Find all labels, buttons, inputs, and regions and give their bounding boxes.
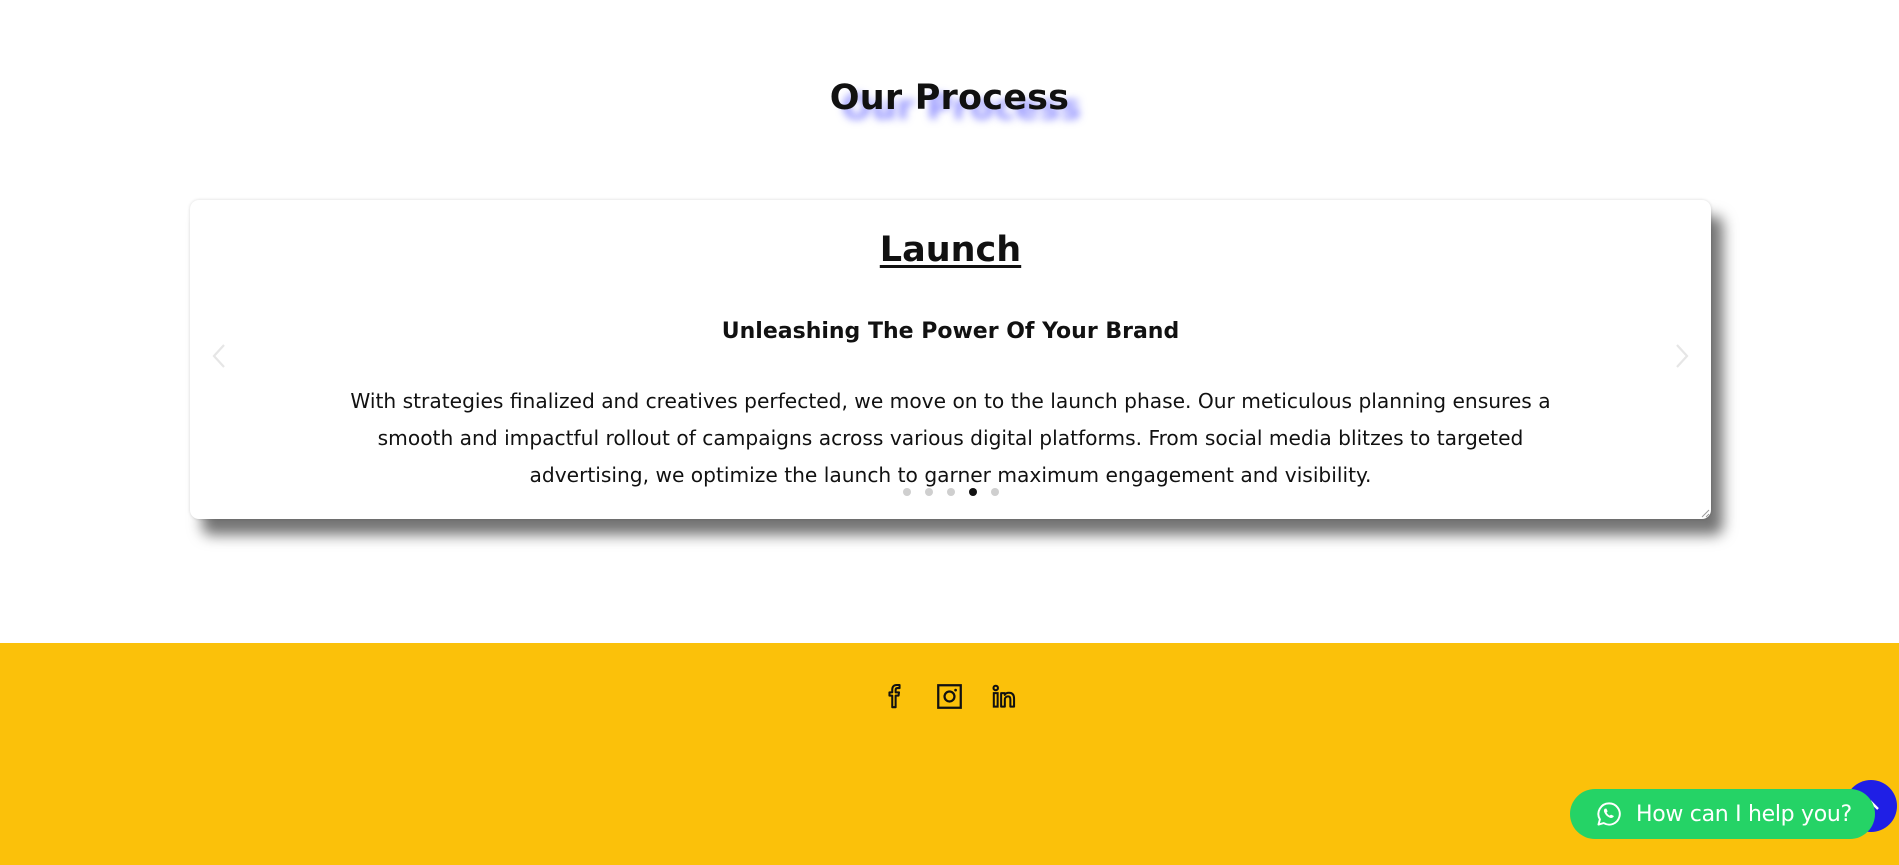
carousel-dot-1[interactable] [902, 488, 911, 496]
process-section: Our Process Launch Unleashing The Power … [0, 0, 1899, 643]
social-links [0, 683, 1899, 710]
whatsapp-chat-button[interactable]: How can I help you? [1570, 789, 1875, 839]
linkedin-icon [992, 684, 1016, 708]
section-title: Our Process [829, 78, 1070, 118]
carousel-dot-5[interactable] [990, 488, 999, 496]
carousel-next-button[interactable] [1667, 338, 1697, 374]
slide-title: Launch [879, 230, 1022, 270]
carousel-dot-2[interactable] [924, 488, 933, 496]
instagram-link[interactable] [936, 683, 963, 710]
slide-description: With strategies finalized and creatives … [350, 389, 1551, 487]
chevron-right-icon [1676, 344, 1689, 368]
slide-subtitle: Unleashing The Power Of Your Brand [721, 319, 1180, 344]
chat-button-label: How can I help you? [1636, 801, 1852, 827]
resize-handle-icon [1701, 509, 1710, 518]
facebook-icon [888, 684, 901, 709]
whatsapp-icon [1597, 802, 1621, 826]
chevron-left-icon [212, 344, 225, 368]
instagram-icon [937, 684, 962, 709]
process-carousel: Launch Unleashing The Power Of Your Bran… [190, 200, 1711, 519]
carousel-dot-4[interactable] [968, 488, 977, 496]
carousel-pagination [190, 488, 1711, 496]
carousel-dot-3[interactable] [946, 488, 955, 496]
linkedin-link[interactable] [991, 683, 1018, 710]
facebook-link[interactable] [881, 683, 908, 710]
